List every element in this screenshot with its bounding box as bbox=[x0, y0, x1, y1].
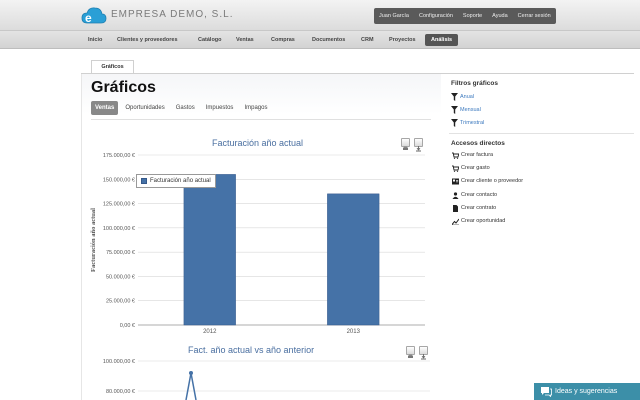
y-tick-label: 75.000,00 € bbox=[106, 250, 135, 256]
x-tick-label: 2013 bbox=[347, 329, 361, 335]
export-chart2-button[interactable] bbox=[419, 346, 428, 360]
trend-chart-icon bbox=[452, 218, 459, 225]
y-tick-label: 80.000,00 € bbox=[106, 389, 135, 395]
sidebar-divider bbox=[449, 133, 634, 134]
filters-title: Filtros gráficos bbox=[451, 80, 498, 87]
printer-icon bbox=[408, 354, 413, 358]
filter-mensual[interactable]: Mensual bbox=[460, 107, 481, 113]
y-tick-label: 150.000,00 € bbox=[103, 177, 135, 183]
line-series bbox=[185, 372, 197, 400]
filter-anual[interactable]: Anual bbox=[460, 94, 474, 100]
y-tick-label: 50.000,00 € bbox=[106, 274, 135, 280]
quick-crear-contacto[interactable]: Crear contacto bbox=[461, 192, 497, 198]
user-icon bbox=[452, 192, 459, 199]
y-axis-label: Facturación año actual bbox=[90, 208, 97, 272]
invoice-icon bbox=[452, 152, 459, 159]
contact-card-icon bbox=[452, 178, 459, 185]
funnel-icon bbox=[451, 93, 458, 101]
bar-2012[interactable] bbox=[183, 174, 236, 326]
chat-bubble-icon bbox=[541, 387, 552, 397]
quick-crear-oportunidad[interactable]: Crear oportunidad bbox=[461, 218, 505, 224]
y-tick-label: 125.000,00 € bbox=[103, 202, 135, 208]
print-chart2-button[interactable] bbox=[406, 346, 415, 358]
y-tick-label: 0,00 € bbox=[120, 323, 135, 329]
x-tick-label: 2012 bbox=[203, 329, 217, 335]
line-point[interactable] bbox=[189, 371, 193, 375]
filter-trimestral[interactable]: Trimestral bbox=[460, 120, 484, 126]
bar-2013[interactable] bbox=[327, 193, 380, 326]
quick-access-title: Accesos directos bbox=[451, 140, 505, 147]
chart-tooltip: Facturación año actual bbox=[136, 174, 216, 188]
cart-icon bbox=[452, 165, 459, 172]
y-tick-label: 100.000,00 € bbox=[103, 359, 135, 365]
funnel-icon bbox=[451, 106, 458, 114]
tooltip-text: Facturación año actual bbox=[150, 178, 211, 184]
download-icon bbox=[421, 354, 426, 360]
quick-crear-factura[interactable]: Crear factura bbox=[461, 152, 493, 158]
funnel-icon bbox=[451, 119, 458, 127]
y-tick-label: 100.000,00 € bbox=[103, 226, 135, 232]
document-icon bbox=[453, 205, 458, 212]
y-tick-label: 175.000,00 € bbox=[103, 153, 135, 159]
quick-crear-contrato[interactable]: Crear contrato bbox=[461, 205, 496, 211]
chart2-title: Fact. año actual vs año anterior bbox=[188, 345, 315, 355]
quick-crear-cliente[interactable]: Crear cliente o proveedor bbox=[461, 178, 523, 184]
y-tick-label: 25.000,00 € bbox=[106, 299, 135, 305]
quick-crear-gasto[interactable]: Crear gasto bbox=[461, 165, 490, 171]
tooltip-swatch bbox=[141, 178, 147, 184]
